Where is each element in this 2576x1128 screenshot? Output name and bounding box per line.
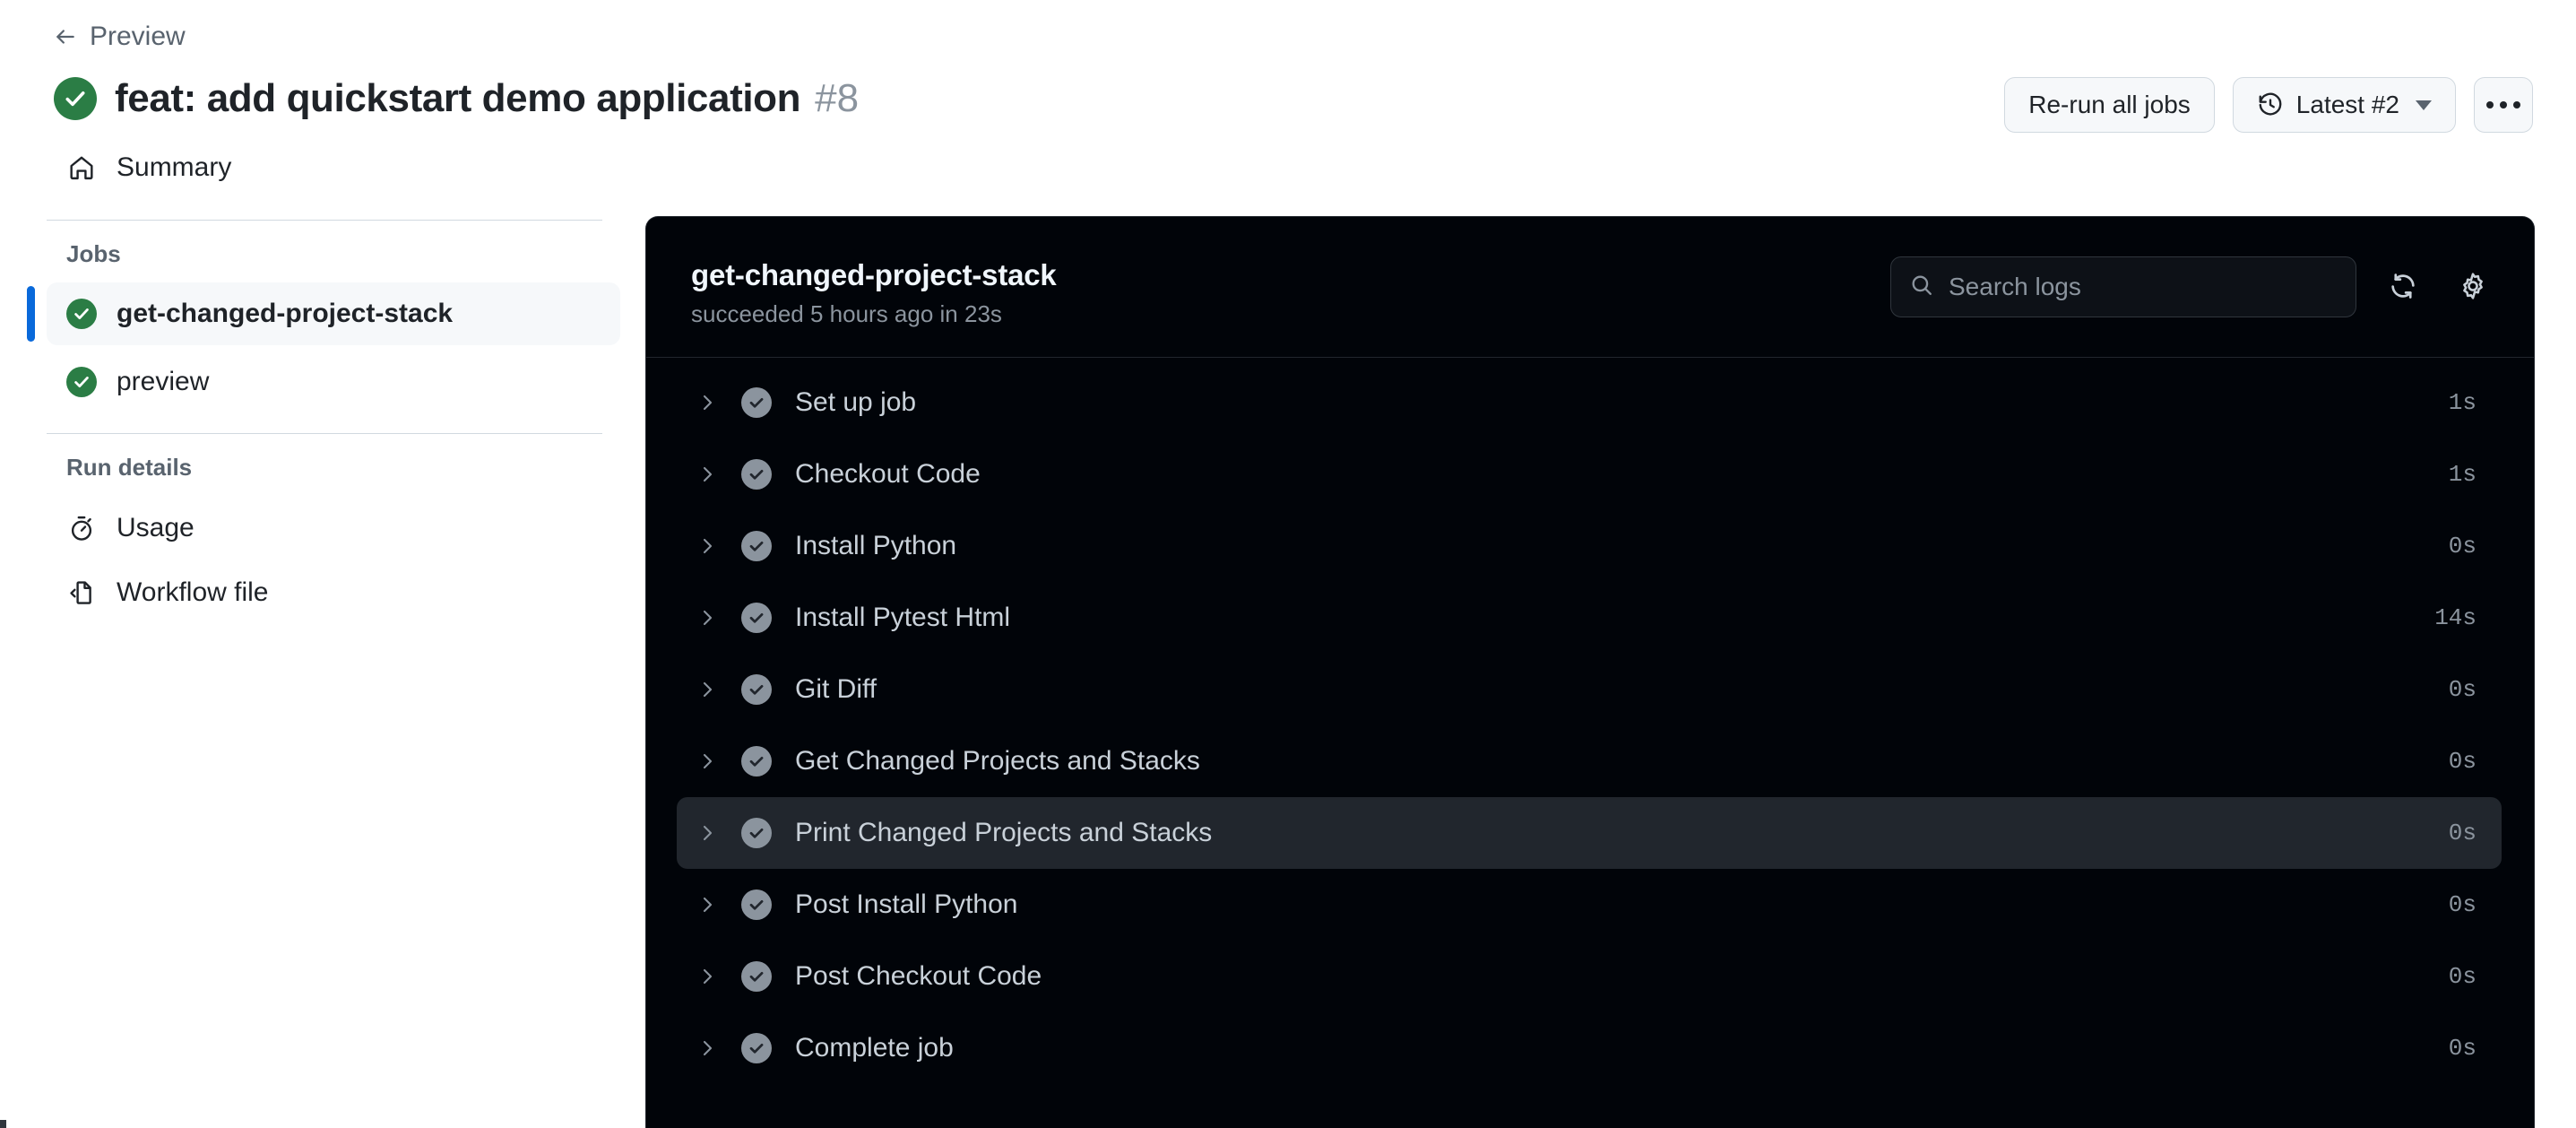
back-to-preview-link[interactable]: Preview — [54, 23, 186, 50]
chevron-right-icon[interactable] — [696, 464, 718, 485]
step-duration: 1s — [2448, 461, 2477, 488]
step-name: Install Pytest Html — [795, 603, 1011, 632]
scroll-corner-artifact — [0, 1120, 6, 1128]
step-duration: 0s — [2448, 963, 2477, 990]
step-name: Git Diff — [795, 674, 877, 704]
history-clock-icon — [2257, 91, 2284, 118]
table-row[interactable]: Get Changed Projects and Stacks 0s — [677, 725, 2502, 797]
search-logs-input[interactable] — [1949, 273, 2338, 301]
table-row[interactable]: Complete job 0s — [677, 1012, 2502, 1084]
search-icon — [1909, 273, 1934, 302]
step-name: Install Python — [795, 531, 957, 560]
step-duration: 1s — [2448, 389, 2477, 416]
check-circle-neutral-icon — [741, 603, 772, 633]
sidebar-divider-top — [47, 220, 602, 221]
check-circle-neutral-icon — [741, 889, 772, 920]
job-steps-list: Set up job 1s Checkout Code 1s Install P… — [646, 358, 2534, 1111]
file-code-icon — [66, 577, 97, 608]
step-name: Checkout Code — [795, 459, 981, 489]
rerun-all-jobs-label: Re-run all jobs — [2028, 91, 2191, 118]
job-log-header-actions — [1890, 256, 2496, 317]
table-row[interactable]: Install Pytest Html 14s — [677, 582, 2502, 654]
table-row[interactable]: Post Install Python 0s — [677, 869, 2502, 941]
table-row[interactable]: Print Changed Projects and Stacks 0s — [677, 797, 2502, 869]
step-duration: 0s — [2448, 820, 2477, 846]
chevron-right-icon[interactable] — [696, 751, 718, 772]
sidebar-divider-bottom — [47, 433, 602, 434]
chevron-right-icon[interactable] — [696, 966, 718, 987]
back-link-label: Preview — [90, 22, 186, 51]
attempt-label: Latest #2 — [2295, 91, 2399, 118]
sidebar-item-job-get-changed-project-stack[interactable]: get-changed-project-stack — [27, 282, 620, 345]
rerun-all-jobs-button[interactable]: Re-run all jobs — [2004, 77, 2215, 133]
arrow-left-icon — [54, 25, 77, 48]
step-name: Complete job — [795, 1033, 954, 1063]
check-circle-neutral-icon — [741, 531, 772, 561]
job-log-panel: get-changed-project-stack succeeded 5 ho… — [645, 216, 2535, 1128]
sidebar-item-summary[interactable]: Summary — [47, 135, 620, 200]
sidebar-jobs-heading: Jobs — [66, 240, 121, 267]
step-duration: 0s — [2448, 891, 2477, 918]
check-circle-neutral-icon — [741, 746, 772, 777]
refresh-logs-button[interactable] — [2380, 264, 2426, 310]
gear-icon — [2458, 271, 2488, 304]
check-circle-neutral-icon — [741, 1033, 772, 1063]
page-title: feat: add quickstart demo application — [115, 76, 801, 120]
sidebar-run-details-heading: Run details — [66, 454, 193, 481]
kebab-horizontal-icon — [2486, 101, 2520, 108]
sync-refresh-icon — [2388, 271, 2418, 304]
chevron-right-icon[interactable] — [696, 607, 718, 629]
stopwatch-icon — [66, 513, 97, 543]
table-row[interactable]: Install Python 0s — [677, 510, 2502, 582]
check-circle-neutral-icon — [741, 387, 772, 418]
step-name: Set up job — [795, 387, 917, 417]
table-row[interactable]: Post Checkout Code 0s — [677, 941, 2502, 1012]
step-name: Get Changed Projects and Stacks — [795, 746, 1200, 776]
sidebar-item-summary-label: Summary — [117, 152, 232, 182]
chevron-right-icon[interactable] — [696, 392, 718, 413]
table-row[interactable]: Set up job 1s — [677, 367, 2502, 438]
sidebar-item-workflow-file[interactable]: Workflow file — [47, 560, 620, 625]
check-circle-success-icon — [66, 299, 97, 329]
check-circle-success-icon — [66, 367, 97, 397]
check-circle-neutral-icon — [741, 961, 772, 992]
chevron-right-icon[interactable] — [696, 894, 718, 915]
step-duration: 0s — [2448, 1035, 2477, 1062]
step-name: Post Install Python — [795, 889, 1018, 919]
attempt-selector-button[interactable]: Latest #2 — [2232, 77, 2456, 133]
step-name: Post Checkout Code — [795, 961, 1042, 991]
sidebar-item-job-preview[interactable]: preview — [47, 351, 620, 413]
chevron-right-icon[interactable] — [696, 679, 718, 700]
chevron-right-icon[interactable] — [696, 535, 718, 557]
search-logs-box[interactable] — [1890, 256, 2356, 317]
sidebar-item-workflow-file-label: Workflow file — [117, 577, 269, 607]
page-header: Preview feat: add quickstart demo applic… — [0, 0, 2576, 133]
job-log-header: get-changed-project-stack succeeded 5 ho… — [646, 217, 2534, 358]
step-name: Print Changed Projects and Stacks — [795, 818, 1213, 847]
run-number: #8 — [815, 76, 860, 120]
sidebar-item-usage[interactable]: Usage — [47, 496, 620, 560]
check-circle-neutral-icon — [741, 459, 772, 490]
check-circle-neutral-icon — [741, 818, 772, 848]
sidebar-job-label: get-changed-project-stack — [117, 299, 454, 328]
chevron-right-icon[interactable] — [696, 822, 718, 844]
step-duration: 0s — [2448, 676, 2477, 703]
step-duration: 0s — [2448, 533, 2477, 560]
step-duration: 14s — [2434, 604, 2477, 631]
step-duration: 0s — [2448, 748, 2477, 775]
check-circle-neutral-icon — [741, 674, 772, 705]
body-wrap: Summary Jobs get-changed-project-stack p… — [0, 121, 2576, 1128]
header-actions: Re-run all jobs Latest #2 — [2004, 77, 2533, 133]
check-circle-success-icon — [54, 77, 97, 120]
home-icon — [66, 152, 97, 183]
sidebar-item-usage-label: Usage — [117, 513, 194, 542]
run-sidebar: Summary Jobs get-changed-project-stack p… — [0, 121, 645, 625]
sidebar-job-label: preview — [117, 367, 210, 396]
table-row[interactable]: Git Diff 0s — [677, 654, 2502, 725]
more-options-button[interactable] — [2474, 77, 2533, 133]
chevron-right-icon[interactable] — [696, 1037, 718, 1059]
table-row[interactable]: Checkout Code 1s — [677, 438, 2502, 510]
log-settings-button[interactable] — [2450, 264, 2496, 310]
chevron-down-icon — [2416, 100, 2432, 110]
